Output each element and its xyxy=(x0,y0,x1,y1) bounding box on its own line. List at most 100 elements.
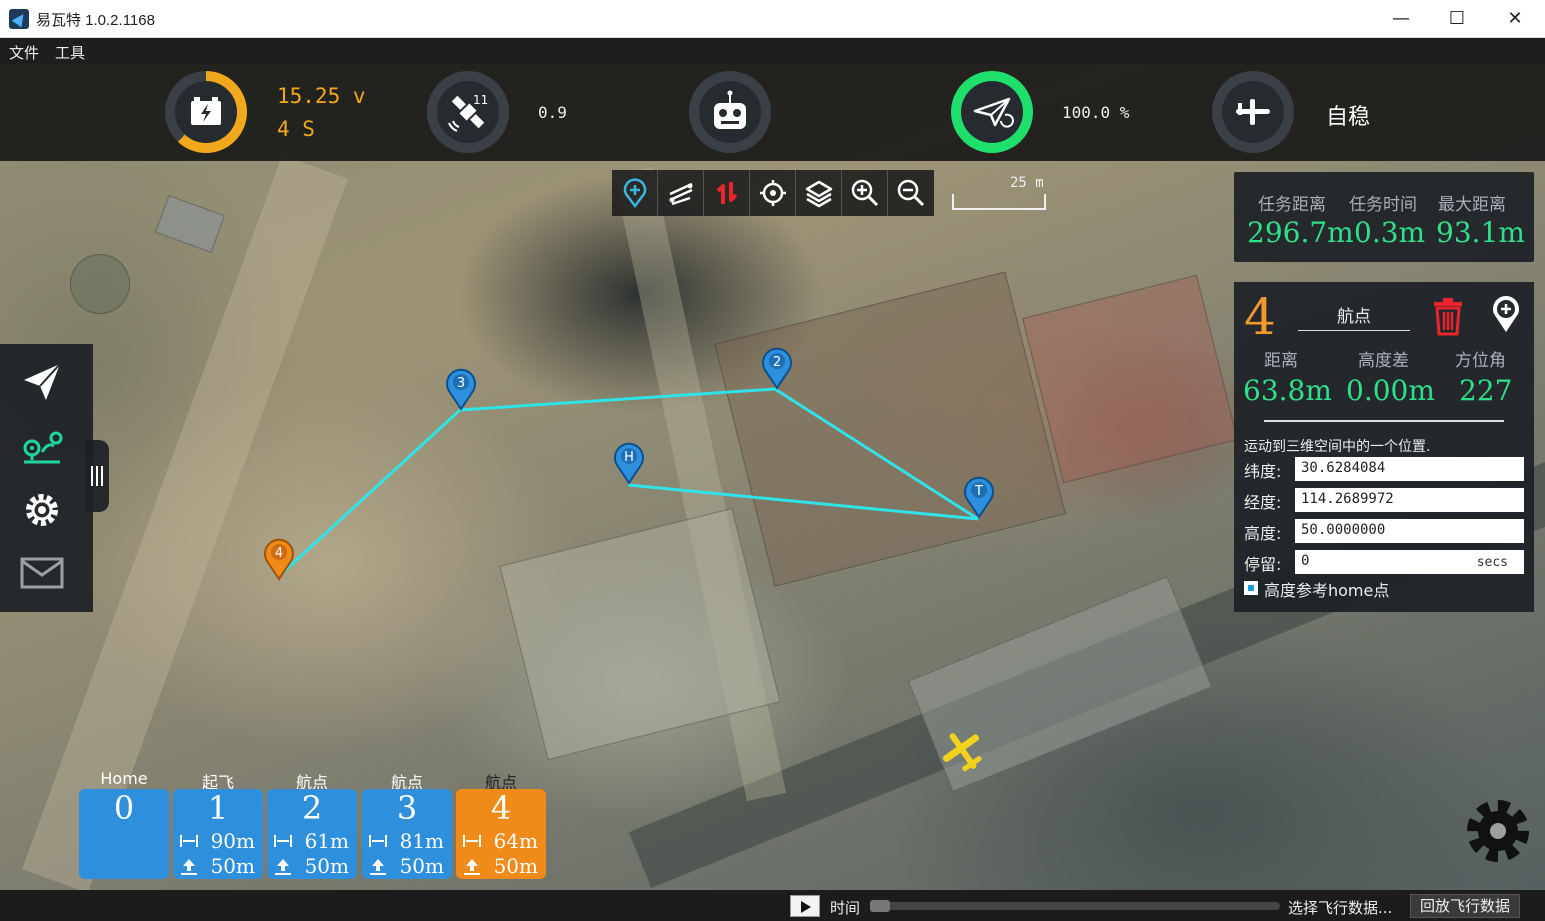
longitude-input[interactable]: 114.2689972 xyxy=(1295,488,1524,512)
delete-waypoint-button[interactable] xyxy=(1430,296,1466,336)
latitude-input[interactable]: 30.6284084 xyxy=(1295,457,1524,481)
playback-bar: 时间 选择飞行数据... 回放飞行数据 xyxy=(0,890,1545,921)
map-toolbar xyxy=(612,170,934,216)
altitude-icon xyxy=(370,859,386,875)
messages-nav-button[interactable] xyxy=(18,549,66,597)
airplane-icon xyxy=(1236,99,1270,125)
gps-gauge: 11 xyxy=(427,71,509,153)
add-waypoint-icon xyxy=(623,178,647,208)
wp-value-distance: 63.8m xyxy=(1243,374,1332,407)
stat-label-max-distance: 最大距离 xyxy=(1438,195,1506,215)
swap-button[interactable] xyxy=(704,170,750,216)
wp-value-altitude-diff: 0.00m xyxy=(1346,374,1435,407)
wp-card-number: 1 xyxy=(207,789,229,827)
wp-card-number: 3 xyxy=(396,789,418,827)
add-waypoint-button[interactable] xyxy=(612,170,658,216)
distance-icon xyxy=(180,835,198,847)
marker-label: 4 xyxy=(275,546,283,561)
stat-label-distance: 任务距离 xyxy=(1258,195,1326,215)
zoom-out-button[interactable] xyxy=(888,170,934,216)
battery-gauge xyxy=(165,71,247,153)
gear-icon xyxy=(1467,800,1529,862)
wp-card-1[interactable]: 1 90m 50m xyxy=(173,789,263,879)
flight-mode-nav-button[interactable] xyxy=(18,358,66,406)
locate-button[interactable] xyxy=(750,170,796,216)
app-logo-icon xyxy=(9,9,29,29)
altitude-icon xyxy=(275,859,291,875)
flight-mode-label: 自稳 xyxy=(1326,105,1371,130)
locate-icon xyxy=(760,180,786,206)
marker-label: 2 xyxy=(773,355,781,370)
map-marker-home[interactable]: H xyxy=(612,441,646,485)
select-flight-data-label[interactable]: 选择飞行数据... xyxy=(1288,897,1392,918)
replay-button[interactable]: 回放飞行数据 xyxy=(1410,894,1520,918)
zoom-in-button[interactable] xyxy=(842,170,888,216)
playback-slider-thumb[interactable] xyxy=(870,900,890,912)
loiter-input[interactable]: 0 secs xyxy=(1295,550,1524,574)
satellite-count: 11 xyxy=(473,93,489,107)
stat-label-time: 任务时间 xyxy=(1349,195,1417,215)
zoom-out-icon xyxy=(897,179,925,207)
map-settings-button[interactable] xyxy=(1462,795,1534,867)
route-button[interactable] xyxy=(658,170,704,216)
window-title: 易瓦特 1.0.2.1168 xyxy=(36,12,155,29)
distance-icon xyxy=(369,835,387,847)
wp-card-altitude: 50m xyxy=(304,854,349,878)
mission-plan-nav-button[interactable] xyxy=(18,424,66,472)
wp-card-home[interactable]: 0 xyxy=(79,789,169,879)
wp-label-bearing: 方位角 xyxy=(1455,351,1506,371)
battery-voltage: 15.25 v xyxy=(277,84,366,108)
wp-card-altitude: 50m xyxy=(493,854,538,878)
mission-stats-panel: 任务距离 任务时间 最大距离 296.7m 0.3m 93.1m xyxy=(1234,172,1534,262)
waypoint-type-select[interactable]: 航点 xyxy=(1298,302,1410,331)
wp-card-3[interactable]: 3 81m 50m xyxy=(362,789,452,879)
wp-card-caption: Home xyxy=(100,769,148,788)
layers-icon xyxy=(805,180,833,208)
loiter-label: 停留: xyxy=(1244,555,1282,574)
waypoint-description: 运动到三维空间中的一个位置. xyxy=(1244,439,1431,455)
menu-tools[interactable]: 工具 xyxy=(55,42,85,63)
insert-waypoint-button[interactable] xyxy=(1490,294,1522,334)
hdop-value: 0.9 xyxy=(538,103,567,122)
status-bar: 15.25 v 4 S 11 0.9 100.0 % 自稳 xyxy=(0,64,1545,161)
minimize-button[interactable]: — xyxy=(1372,0,1430,38)
map-marker-takeoff[interactable]: T xyxy=(962,475,996,519)
aircraft-icon xyxy=(938,726,988,776)
wp-card-number: 0 xyxy=(113,789,135,827)
route-icon xyxy=(669,182,693,206)
close-button[interactable]: ✕ xyxy=(1486,0,1544,38)
wp-card-2[interactable]: 2 61m 50m xyxy=(267,789,357,879)
wp-label-distance: 距离 xyxy=(1264,351,1298,371)
home-altitude-checkbox[interactable] xyxy=(1244,581,1258,595)
altitude-label: 高度: xyxy=(1244,524,1282,543)
wp-value-bearing: 227 xyxy=(1459,374,1513,407)
sidebar-toggle-handle[interactable] xyxy=(85,440,109,512)
wp-card-distance: 61m xyxy=(304,829,349,853)
altitude-icon xyxy=(464,859,480,875)
flight-mode-gauge xyxy=(1212,71,1294,153)
marker-label: 3 xyxy=(457,376,465,391)
wp-card-distance: 90m xyxy=(210,829,255,853)
map-marker-2[interactable]: 2 xyxy=(760,346,794,390)
layers-button[interactable] xyxy=(796,170,842,216)
zoom-in-icon xyxy=(851,179,879,207)
map-marker-3[interactable]: 3 xyxy=(444,367,478,411)
rc-gauge xyxy=(689,71,771,153)
altitude-input[interactable]: 50.0000000 xyxy=(1295,519,1524,543)
wp-card-distance: 64m xyxy=(493,829,538,853)
wp-label-altitude-diff: 高度差 xyxy=(1358,351,1409,371)
swap-icon xyxy=(716,182,738,204)
wp-card-number: 2 xyxy=(301,789,323,827)
map-marker-4[interactable]: 4 xyxy=(262,537,296,581)
route-plan-icon xyxy=(23,431,63,464)
loiter-value: 0 xyxy=(1301,553,1310,569)
menu-file[interactable]: 文件 xyxy=(9,42,39,63)
latitude-label: 纬度: xyxy=(1244,462,1282,481)
battery-cells: 4 S xyxy=(277,117,315,141)
maximize-button[interactable]: ☐ xyxy=(1428,0,1486,38)
settings-nav-button[interactable] xyxy=(18,486,66,534)
wp-card-4[interactable]: 4 64m 50m xyxy=(456,789,546,879)
waypoint-number: 4 xyxy=(1244,288,1276,346)
play-button[interactable] xyxy=(790,895,820,917)
playback-slider[interactable] xyxy=(870,902,1280,910)
